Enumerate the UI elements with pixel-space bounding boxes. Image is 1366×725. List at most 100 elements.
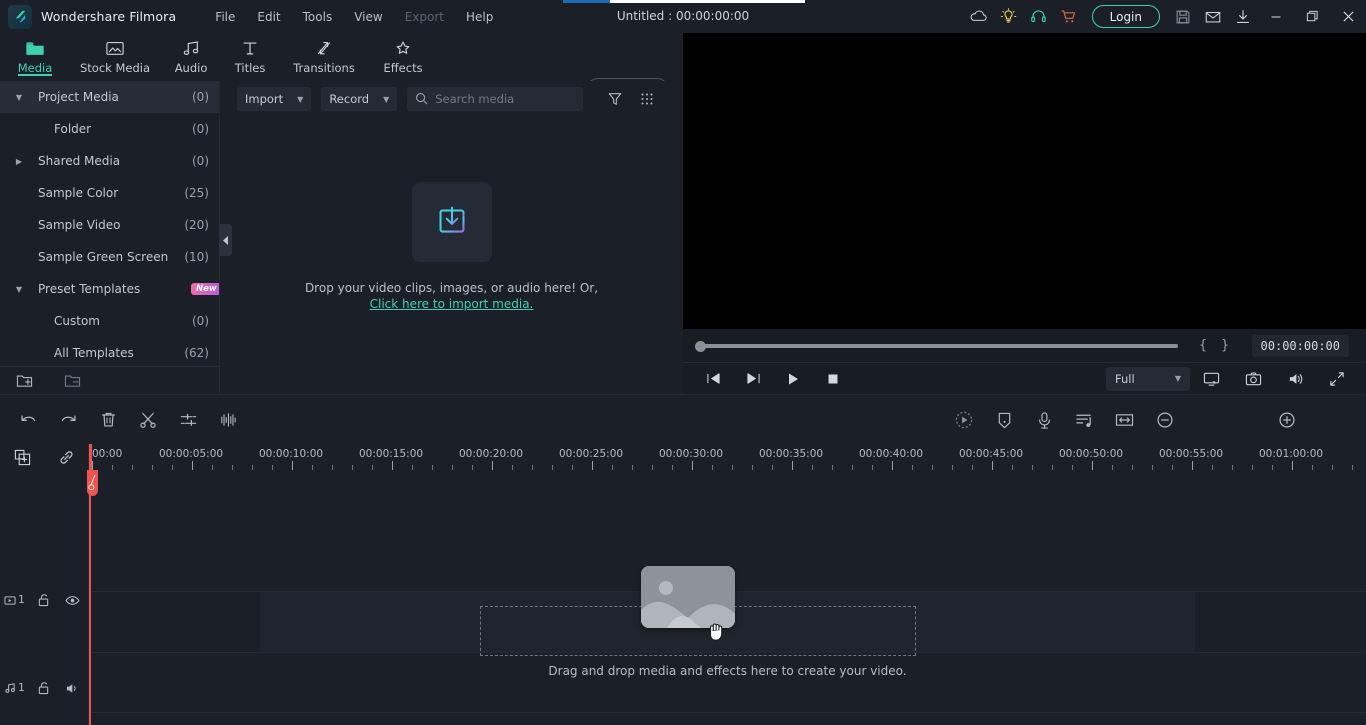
record-dropdown[interactable]: Record ▼: [321, 87, 398, 111]
preview-controls: Full ▼: [683, 362, 1366, 394]
tab-media[interactable]: Media: [0, 33, 70, 81]
ruler-label: 00:01:00:00: [1259, 448, 1324, 460]
cloud-icon[interactable]: [964, 0, 994, 33]
sidebar-label: Preset Templates: [38, 282, 141, 296]
undo-icon[interactable]: [11, 403, 45, 437]
tab-effects[interactable]: Effects: [370, 33, 436, 81]
shopping-cart-icon[interactable]: [1054, 0, 1084, 33]
sidebar-item-shared-media[interactable]: ▶ Shared Media (0): [0, 145, 219, 177]
fullscreen-icon[interactable]: [1316, 363, 1358, 395]
settings-sliders-icon[interactable]: [171, 403, 205, 437]
sidebar-count: (0): [192, 122, 209, 136]
ruler-label: 00:00:40:00: [859, 448, 924, 460]
timeline-toolbar: [0, 394, 1366, 444]
import-media-link[interactable]: Click here to import media.: [370, 297, 534, 311]
grid-view-icon[interactable]: [631, 81, 663, 117]
sidebar-label: Sample Video: [38, 218, 121, 232]
preview-seek-handle[interactable]: [695, 340, 706, 352]
render-preview-icon[interactable]: [947, 403, 981, 437]
audio-track-header[interactable]: 1: [0, 672, 89, 704]
music-note-icon: [181, 37, 201, 59]
audio-track-lock-icon[interactable]: [29, 681, 58, 695]
video-track-header[interactable]: 1: [0, 584, 89, 616]
import-media-button[interactable]: [411, 181, 492, 262]
menu-tools[interactable]: Tools: [292, 6, 344, 28]
sidebar-item-sample-color[interactable]: Sample Color (25): [0, 177, 219, 209]
sidebar-item-custom[interactable]: Custom (0): [0, 305, 219, 337]
ruler-label: 00:00: [92, 448, 123, 460]
close-button[interactable]: [1330, 0, 1366, 33]
filter-funnel-icon[interactable]: [599, 81, 631, 117]
panel-collapse-handle[interactable]: [219, 224, 232, 256]
preview-seek-bar[interactable]: [695, 340, 1178, 352]
record-label: Record: [329, 92, 370, 106]
next-frame-button[interactable]: [733, 363, 773, 395]
tab-label-stock-media: Stock Media: [80, 61, 151, 75]
menu-help[interactable]: Help: [455, 6, 504, 28]
prev-frame-button[interactable]: [693, 363, 733, 395]
delete-trash-icon[interactable]: [91, 403, 125, 437]
marker-icon[interactable]: [987, 403, 1021, 437]
new-folder-icon[interactable]: [0, 373, 48, 388]
voiceover-microphone-icon[interactable]: [1027, 403, 1061, 437]
split-scissors-icon[interactable]: [131, 403, 165, 437]
sidebar-item-preset-templates[interactable]: ▼ Preset Templates New: [0, 273, 219, 305]
sidebar-item-project-media[interactable]: ▼ Project Media (0): [0, 81, 219, 113]
pop-out-player-icon[interactable]: [1190, 363, 1232, 395]
sidebar-item-sample-green-screen[interactable]: Sample Green Screen (10): [0, 241, 219, 273]
menu-file[interactable]: File: [204, 6, 246, 28]
audio-track-mute-icon[interactable]: [58, 682, 87, 695]
stop-button[interactable]: [813, 363, 853, 395]
import-dropdown[interactable]: Import ▼: [237, 87, 312, 111]
lightbulb-icon[interactable]: [994, 0, 1024, 33]
login-button[interactable]: Login: [1091, 5, 1160, 28]
preview-quality-dropdown[interactable]: Full ▼: [1106, 366, 1190, 391]
volume-icon[interactable]: [1274, 363, 1316, 395]
ruler-major-tick: [392, 461, 393, 470]
search-input[interactable]: [435, 92, 574, 106]
tab-titles[interactable]: Titles: [222, 33, 278, 81]
snapshot-camera-icon[interactable]: [1232, 363, 1274, 395]
mail-icon[interactable]: [1198, 0, 1228, 33]
ruler-label: 00:00:25:00: [559, 448, 624, 460]
video-track-lock-icon[interactable]: [29, 593, 58, 607]
preview-timecode[interactable]: 00:00:00:00: [1251, 334, 1349, 357]
tab-stock-media[interactable]: Stock Media: [70, 33, 160, 81]
search-media-box[interactable]: [407, 87, 584, 111]
sidebar-item-sample-video[interactable]: Sample Video (20): [0, 209, 219, 241]
playhead-handle[interactable]: [87, 470, 98, 496]
download-icon[interactable]: [1228, 0, 1258, 33]
play-button[interactable]: [773, 363, 813, 395]
sidebar-item-all-templates[interactable]: All Templates (62): [0, 337, 219, 366]
preview-player: { } 00:00:00:00 Full ▼: [683, 33, 1366, 394]
save-icon[interactable]: [1168, 0, 1198, 33]
tab-audio[interactable]: Audio: [160, 33, 222, 81]
video-track-index: 1: [18, 594, 25, 606]
zoom-out-icon[interactable]: [1148, 403, 1182, 437]
video-track-visibility-icon[interactable]: [58, 595, 87, 606]
zoom-in-icon[interactable]: [1270, 403, 1304, 437]
ruler-major-tick: [892, 461, 893, 470]
menu-edit[interactable]: Edit: [246, 6, 291, 28]
audio-mixer-icon[interactable]: [1067, 403, 1101, 437]
link-clips-icon[interactable]: [44, 449, 88, 466]
add-track-icon[interactable]: [0, 449, 44, 466]
menu-view[interactable]: View: [343, 6, 393, 28]
redo-icon[interactable]: [51, 403, 85, 437]
fit-timeline-icon[interactable]: [1107, 403, 1141, 437]
minimize-button[interactable]: [1258, 0, 1294, 33]
mark-in-button[interactable]: {: [1192, 338, 1214, 353]
mark-out-button[interactable]: }: [1214, 338, 1236, 353]
tab-transitions[interactable]: Transitions: [278, 33, 370, 81]
media-dropzone[interactable]: Drop your video clips, images, or audio …: [220, 117, 683, 394]
sidebar-item-folder[interactable]: Folder (0): [0, 113, 219, 145]
timeline-playhead[interactable]: [87, 444, 98, 725]
audio-waveform-icon[interactable]: [211, 403, 245, 437]
maximize-button[interactable]: [1294, 0, 1330, 33]
chevron-down-icon: ▼: [383, 94, 390, 104]
timeline-ruler[interactable]: 00:00 00:00:05:00 00:00:10:00 00:00:15:0…: [89, 444, 1366, 470]
ruler-label: 00:00:50:00: [1059, 448, 1124, 460]
remove-folder-icon[interactable]: [48, 373, 96, 388]
preview-canvas[interactable]: [683, 33, 1366, 329]
headset-support-icon[interactable]: [1024, 0, 1054, 33]
